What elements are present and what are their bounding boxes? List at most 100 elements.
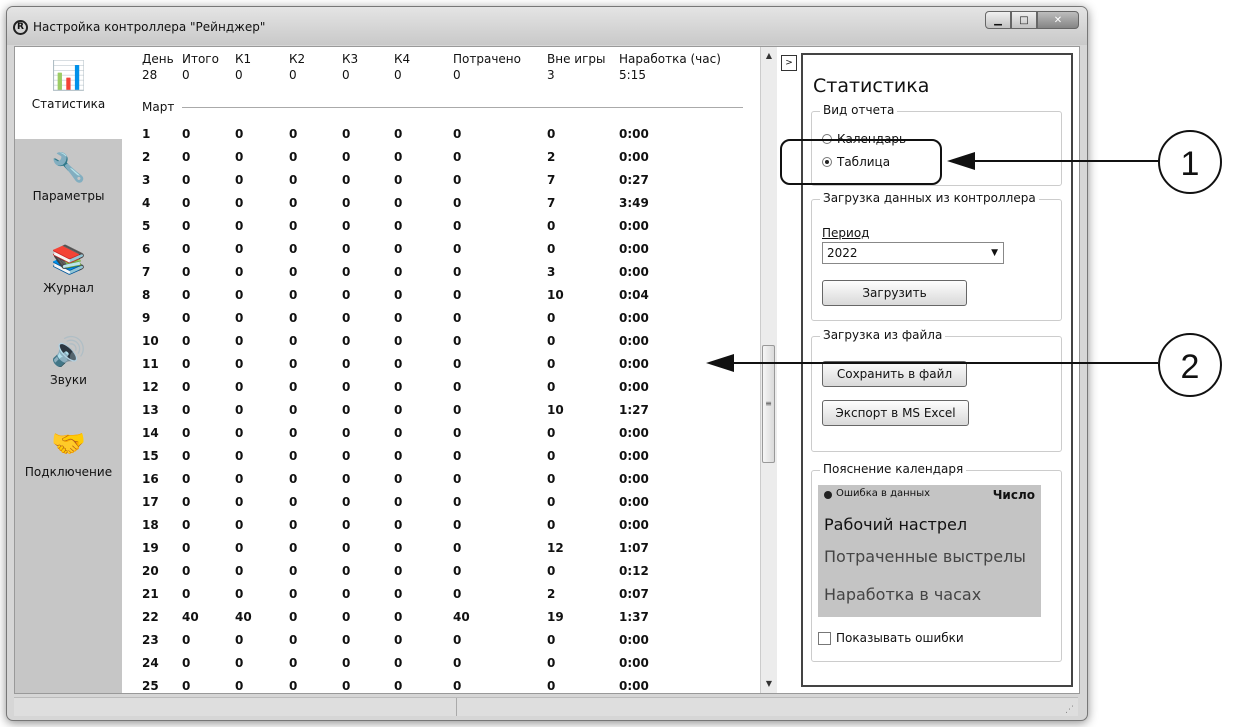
cell-spent: 0 — [453, 196, 462, 210]
cell-k1: 0 — [235, 173, 244, 187]
cell-k1: 0 — [235, 656, 244, 670]
cell-k4: 0 — [394, 68, 402, 82]
cell-day: 2 — [142, 150, 151, 164]
minimize-button[interactable]: ▁ — [985, 11, 1011, 29]
cell-k4: 0 — [394, 357, 403, 371]
cell-spent: 0 — [453, 564, 462, 578]
cell-k3: 0 — [342, 68, 350, 82]
cell-out-of-game: 19 — [547, 610, 564, 624]
cell-day: 15 — [142, 449, 159, 463]
cell-operating-hours: 0:04 — [619, 288, 649, 302]
column-header-k3: К3 — [342, 52, 359, 66]
title-bar[interactable]: R Настройка контроллера "Рейнджер" ▁ □ ✕ — [7, 7, 1087, 45]
column-header-operating-hours: Наработка (час) — [619, 52, 721, 66]
cell-k4: 0 — [394, 127, 403, 141]
sidebar-item-connection[interactable]: 🤝 Подключение — [15, 415, 122, 507]
cell-total: 0 — [182, 311, 191, 325]
cell-k1: 0 — [235, 587, 244, 601]
app-logo-icon: R — [13, 20, 28, 35]
cell-k3: 0 — [342, 403, 351, 417]
load-button[interactable]: Загрузить — [822, 280, 967, 306]
show-errors-checkbox[interactable]: Показывать ошибки — [818, 631, 964, 645]
cell-k1: 0 — [235, 472, 244, 486]
legend-working-shot: Рабочий настрел — [824, 515, 968, 534]
cell-k3: 0 — [342, 265, 351, 279]
cell-k4: 0 — [394, 633, 403, 647]
cell-operating-hours: 1:27 — [619, 403, 649, 417]
save-to-file-button[interactable]: Сохранить в файл — [822, 361, 967, 387]
cell-day: 19 — [142, 541, 159, 555]
sidebar-item-journal[interactable]: 📚 Журнал — [15, 231, 122, 323]
legend-spent-shots: Потраченные выстрелы — [824, 547, 1026, 566]
cell-out-of-game: 0 — [547, 449, 556, 463]
close-button[interactable]: ✕ — [1037, 11, 1079, 29]
cell-out-of-game: 0 — [547, 472, 556, 486]
scroll-down-button[interactable]: ▼ — [761, 675, 777, 693]
cell-total: 0 — [182, 380, 191, 394]
cell-operating-hours: 0:00 — [619, 633, 649, 647]
cell-k1: 0 — [235, 541, 244, 555]
resize-grip-icon[interactable]: ⋰ — [1065, 705, 1074, 715]
window-title: Настройка контроллера "Рейнджер" — [33, 20, 266, 34]
cell-day: 4 — [142, 196, 151, 210]
sidebar-item-parameters[interactable]: 🔧 Параметры — [15, 139, 122, 231]
calendar-legend: Ошибка в данных Число Рабочий настрел По… — [818, 485, 1041, 617]
cell-k2: 0 — [289, 633, 298, 647]
cell-out-of-game: 10 — [547, 288, 564, 302]
scroll-up-button[interactable]: ▲ — [761, 47, 777, 65]
cell-k2: 0 — [289, 610, 298, 624]
cell-total: 0 — [182, 426, 191, 440]
cell-total: 0 — [182, 196, 191, 210]
period-select[interactable]: 2022 ▼ — [822, 242, 1004, 264]
cell-k2: 0 — [289, 68, 297, 82]
collapse-panel-button[interactable]: > — [781, 55, 797, 71]
cell-spent: 0 — [453, 679, 462, 693]
table-scrollbar[interactable]: ▲ ≡ ▼ — [760, 47, 777, 693]
cell-operating-hours: 1:37 — [619, 610, 649, 624]
callout-highlight-box — [780, 139, 942, 185]
legend-error: Ошибка в данных — [836, 488, 931, 499]
cell-day: 24 — [142, 656, 159, 670]
cell-k4: 0 — [394, 334, 403, 348]
cell-day: 22 — [142, 610, 159, 624]
cell-k3: 0 — [342, 242, 351, 256]
cell-out-of-game: 7 — [547, 173, 556, 187]
column-header-spent: Потрачено — [453, 52, 521, 66]
sidebar-item-statistics[interactable]: 📊 Статистика — [15, 47, 122, 139]
cell-k4: 0 — [394, 173, 403, 187]
cell-total: 0 — [182, 127, 191, 141]
cell-k1: 0 — [235, 150, 244, 164]
cell-k4: 0 — [394, 449, 403, 463]
cell-operating-hours: 0:00 — [619, 679, 649, 693]
group-label: Пояснение календаря — [820, 462, 967, 476]
cell-k1: 0 — [235, 633, 244, 647]
cell-k4: 0 — [394, 311, 403, 325]
section-label: Март — [142, 100, 175, 114]
cell-k1: 0 — [235, 518, 244, 532]
cell-k1: 40 — [235, 610, 252, 624]
sidebar-item-label: Статистика — [31, 97, 106, 111]
sidebar-item-sounds[interactable]: 🔊 Звуки — [15, 323, 122, 415]
statistics-table[interactable]: Март День Итого К1 К2 К3 К4 Потрачено Вне игры Н… — [122, 47, 753, 693]
cell-spent: 0 — [453, 380, 462, 394]
sidebar-item-label: Журнал — [43, 281, 94, 295]
cell-total: 0 — [182, 472, 191, 486]
cell-k2: 0 — [289, 679, 298, 693]
cell-day: 6 — [142, 242, 151, 256]
cell-k2: 0 — [289, 219, 298, 233]
cell-k2: 0 — [289, 426, 298, 440]
cell-k3: 0 — [342, 518, 351, 532]
group-label: Загрузка из файла — [820, 328, 946, 342]
maximize-button[interactable]: □ — [1011, 11, 1037, 29]
cell-k3: 0 — [342, 633, 351, 647]
sidebar-item-label: Звуки — [50, 373, 87, 387]
cell-operating-hours: 0:27 — [619, 173, 649, 187]
legend-hours: Наработка в часах — [824, 585, 982, 604]
column-header-out-of-game: Вне игры — [547, 52, 606, 66]
cell-k4: 0 — [394, 219, 403, 233]
column-header-total: Итого — [182, 52, 219, 66]
cell-spent: 40 — [453, 610, 470, 624]
cell-total: 0 — [182, 334, 191, 348]
export-excel-button[interactable]: Экспорт в MS Excel — [822, 400, 969, 426]
cell-operating-hours: 1:07 — [619, 541, 649, 555]
